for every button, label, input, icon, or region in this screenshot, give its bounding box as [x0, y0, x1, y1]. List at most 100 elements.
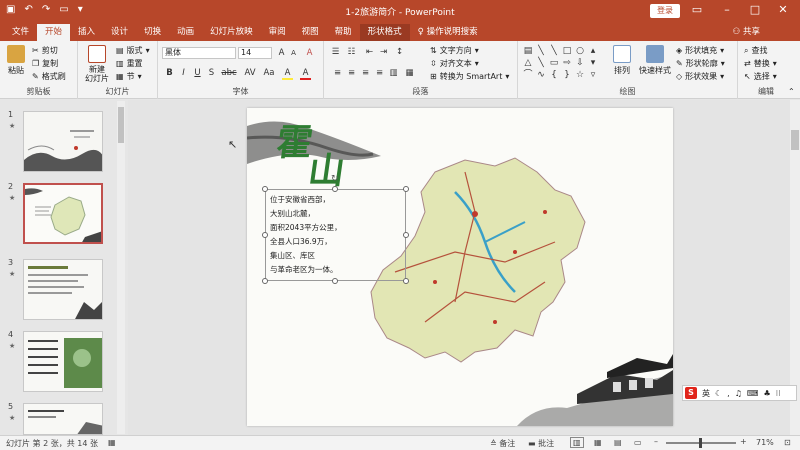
line-shape-icon[interactable]: ╲ — [535, 58, 547, 69]
increase-font-button[interactable]: A — [276, 48, 287, 58]
zoom-level[interactable]: 71% — [756, 438, 774, 447]
tab-file[interactable]: 文件 — [4, 24, 37, 41]
gallery-up-icon[interactable]: ▴ — [587, 46, 599, 57]
share-button[interactable]: ⚇ 共享 — [733, 25, 760, 37]
clear-format-button[interactable]: A — [304, 48, 315, 58]
gallery-more-icon[interactable]: ▿ — [587, 70, 599, 81]
accessibility-icon[interactable]: ▦ — [108, 438, 116, 447]
minimize-icon[interactable]: – — [720, 3, 734, 16]
tab-help[interactable]: 帮助 — [327, 24, 360, 41]
selected-text-box[interactable]: 位于安徽省西部， 大别山北麓， 面积2043平方公里， 全县人口36.9万， 集… — [265, 189, 406, 281]
strikethrough-button[interactable]: abc — [220, 68, 238, 78]
quick-styles-button[interactable]: 快速样式 — [638, 45, 672, 76]
bold-button[interactable]: B — [164, 68, 175, 78]
resize-handle[interactable] — [262, 278, 268, 284]
layout-button[interactable]: ▤ 版式 ▾ — [116, 45, 150, 56]
skin-icon[interactable]: ♣ — [763, 389, 770, 398]
moon-icon[interactable]: ☾ — [715, 389, 722, 398]
shapes-gallery[interactable]: ▤ ╲ ╲ □ ○ ▴ △ ╲ ▭ ⇨ ⇩ ▾ ⌒ ∿{} ☆ ▿ — [522, 46, 602, 80]
resize-handle[interactable] — [403, 232, 409, 238]
microphone-icon[interactable]: ♫ — [735, 389, 742, 398]
close-icon[interactable]: ✕ — [776, 3, 790, 16]
distribute-icon[interactable]: ▥ — [388, 68, 399, 78]
slide-thumbnail[interactable] — [23, 331, 103, 392]
text-direction-button[interactable]: ⇅ 文字方向 ▾ — [430, 45, 479, 56]
notes-button[interactable]: ≙ 备注 — [490, 438, 515, 449]
tab-shape-format[interactable]: 形状格式 — [359, 24, 410, 41]
ime-toolbar[interactable]: S 英 ☾ , ♫ ⌨ ♣ ⁝⁝ — [682, 385, 797, 401]
new-slide-button[interactable]: 新建 幻灯片 — [82, 45, 112, 83]
align-center-icon[interactable]: ≡ — [346, 68, 357, 78]
line-shape-icon[interactable]: ╲ — [548, 46, 560, 57]
menu-grid-icon[interactable]: ⁝⁝ — [776, 389, 781, 398]
smartart-button[interactable]: ⊞ 转换为 SmartArt ▾ — [430, 71, 509, 82]
char-spacing-button[interactable]: AV — [242, 68, 258, 78]
textbox-shape-icon[interactable]: ▤ — [522, 46, 534, 57]
resize-handle[interactable] — [332, 186, 338, 192]
scrollbar-thumb[interactable] — [791, 130, 799, 150]
align-text-button[interactable]: ⇳ 对齐文本 ▾ — [430, 58, 479, 69]
resize-handle[interactable] — [262, 232, 268, 238]
shape-effects-button[interactable]: ◇ 形状效果 ▾ — [676, 71, 724, 82]
columns-icon[interactable]: ▦ — [404, 68, 415, 78]
ribbon-display-icon[interactable]: ▭ — [690, 3, 704, 16]
tab-insert[interactable]: 插入 — [70, 24, 103, 41]
star-shape-icon[interactable]: ☆ — [574, 70, 586, 81]
section-button[interactable]: ▦ 节 ▾ — [116, 71, 142, 82]
rounded-rect-shape-icon[interactable]: ▭ — [548, 58, 560, 69]
gallery-down-icon[interactable]: ▾ — [587, 58, 599, 69]
slide-thumbnail[interactable] — [23, 259, 103, 320]
slide-thumbnail[interactable] — [23, 403, 103, 435]
tab-design[interactable]: 设计 — [103, 24, 136, 41]
tab-review[interactable]: 审阅 — [261, 24, 294, 41]
curve-shape-icon[interactable]: ∿ — [535, 70, 547, 81]
shape-outline-button[interactable]: ✎ 形状轮廓 ▾ — [676, 58, 725, 69]
slideshow-view-icon[interactable]: ▭ — [634, 438, 642, 447]
resize-handle[interactable] — [403, 278, 409, 284]
text-shadow-button[interactable]: S — [206, 68, 217, 78]
thumbnail-scrollbar[interactable] — [117, 101, 125, 434]
login-button[interactable]: 登录 — [650, 4, 680, 18]
curve-shape-icon[interactable]: ⌒ — [522, 70, 534, 81]
font-name-select[interactable]: 黑体 — [162, 47, 236, 59]
replace-button[interactable]: ⇄ 替换 ▾ — [744, 58, 777, 69]
rotate-handle-icon[interactable]: ↻ — [331, 174, 339, 184]
find-button[interactable]: ⌕ 查找 — [744, 45, 767, 56]
underline-button[interactable]: U — [192, 68, 203, 78]
bullets-icon[interactable]: ☰ — [330, 47, 341, 57]
numbering-icon[interactable]: ☷ — [346, 47, 357, 57]
arrow-shape-icon[interactable]: ⇩ — [574, 58, 586, 69]
reading-view-icon[interactable]: ▤ — [614, 438, 622, 447]
decrease-font-button[interactable]: A — [288, 49, 299, 57]
line-spacing-icon[interactable]: ↕ — [394, 47, 405, 57]
justify-icon[interactable]: ≡ — [374, 68, 385, 78]
increase-indent-icon[interactable]: ⇥ — [378, 47, 389, 57]
font-color-button[interactable]: A — [300, 68, 311, 80]
brace-shape-icon[interactable]: } — [561, 70, 573, 81]
select-button[interactable]: ↖ 选择 ▾ — [744, 71, 777, 82]
normal-view-icon[interactable]: ▥ — [570, 437, 584, 448]
tab-slideshow[interactable]: 幻灯片放映 — [202, 24, 261, 41]
format-painter-button[interactable]: ✎ 格式刷 — [32, 71, 66, 82]
slide-thumbnail-selected[interactable] — [23, 183, 103, 244]
comments-button[interactable]: ▬ 批注 — [528, 438, 554, 449]
fit-to-window-icon[interactable]: ⊡ — [784, 438, 791, 447]
zoom-slider[interactable] — [666, 438, 736, 448]
reset-button[interactable]: ▥ 重置 — [116, 58, 143, 69]
arrange-button[interactable]: 排列 — [610, 45, 634, 76]
slide-thumbnail[interactable] — [23, 111, 103, 172]
resize-handle[interactable] — [403, 186, 409, 192]
tab-animations[interactable]: 动画 — [169, 24, 202, 41]
ime-mode-label[interactable]: 英 — [702, 388, 710, 399]
zoom-out-icon[interactable]: – — [654, 437, 658, 446]
tab-view[interactable]: 视图 — [294, 24, 327, 41]
scrollbar-thumb[interactable] — [118, 107, 124, 143]
slide-canvas[interactable]: 霍 山 位于安徽省西部， 大别山北麓， 面积2043平方公里， 全县人口36.9… — [247, 108, 673, 426]
punctuation-icon[interactable]: , — [727, 389, 730, 398]
line-shape-icon[interactable]: ╲ — [535, 46, 547, 57]
resize-handle[interactable] — [262, 186, 268, 192]
shape-fill-button[interactable]: ◈ 形状填充 ▾ — [676, 45, 724, 56]
oval-shape-icon[interactable]: ○ — [574, 46, 586, 57]
paste-button[interactable]: 粘贴 — [4, 45, 28, 76]
rectangle-shape-icon[interactable]: □ — [561, 46, 573, 57]
